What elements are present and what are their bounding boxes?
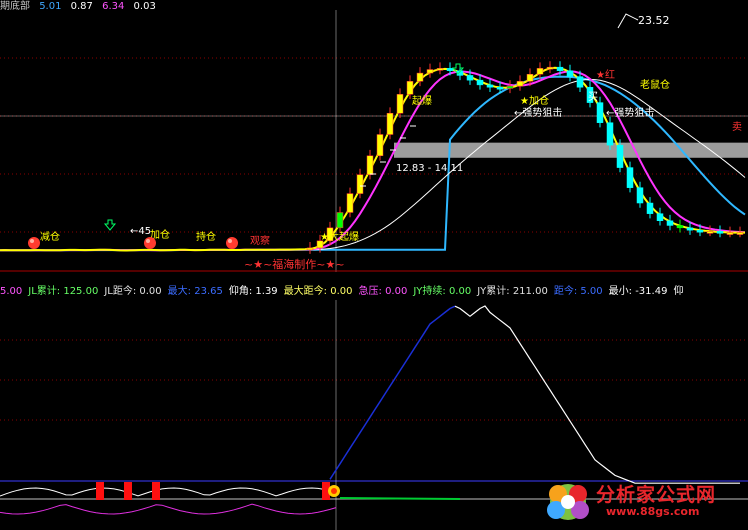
signal-label: ★加仓	[520, 94, 549, 107]
signal-bar	[124, 482, 132, 500]
candle-body	[666, 220, 674, 226]
oscillator-header-item: 距今: 5.00	[553, 286, 603, 297]
stock-chart-screen: 期底部 5.01 0.87 6.34 0.03 12.83 - 14.11 23.…	[0, 0, 748, 530]
oscillator-header: 5.00 JL累计: 125.00 JL距今: 0.00 最大: 23.65 仰角: 1…	[0, 285, 689, 299]
candle-body	[466, 75, 474, 81]
oscillator-green-segment	[339, 497, 461, 500]
candle-body	[336, 212, 344, 229]
oscillator-header-item: 最大距今: 0.00	[283, 286, 353, 297]
candle-body	[516, 81, 524, 87]
candle-body	[496, 86, 504, 90]
candle-body	[736, 232, 744, 235]
signal-label: ★红	[596, 68, 615, 81]
candle-body	[426, 69, 434, 74]
peak-pointer	[617, 13, 639, 29]
oscillator-header-item: 急压: 0.00	[358, 286, 408, 297]
signal-ball-highlight	[228, 239, 232, 243]
signal-label: ←强势狙击	[606, 106, 654, 119]
candle-body	[696, 229, 704, 233]
candle-body	[536, 68, 544, 75]
oscillator-low-line	[0, 503, 337, 515]
resistance-range-label: 12.83 - 14.11	[396, 163, 463, 174]
oscillator-header-item: JY累计: 211.00	[477, 286, 548, 297]
candle-body	[356, 174, 364, 194]
candle-body	[476, 79, 484, 86]
signal-ball	[144, 237, 156, 249]
candle-body	[406, 81, 414, 95]
candle-body	[396, 94, 404, 114]
resistance-band	[394, 142, 748, 158]
signal-label: 起爆	[412, 95, 432, 107]
oscillator-header-item: 最大: 23.65	[167, 286, 223, 297]
author-credit: ~★~福海制作~★~	[244, 257, 345, 271]
oscillator-rise-line	[329, 305, 456, 480]
candle-body	[606, 122, 614, 146]
candle-body	[706, 231, 714, 234]
signal-bar	[96, 482, 104, 500]
candle-body	[376, 134, 384, 157]
candle-body	[446, 68, 454, 71]
watermark-url: www.88gs.com	[606, 505, 700, 518]
oscillator-header-item: 仰	[673, 286, 684, 297]
candle-body	[726, 232, 734, 235]
candle-body	[716, 231, 724, 234]
candle-body	[526, 74, 534, 82]
signal-arrow-label: ←45	[130, 226, 151, 237]
signal-label: 减仓	[40, 230, 60, 243]
signal-label: 持仓	[196, 230, 216, 243]
candle-body	[676, 225, 684, 229]
candle-body	[346, 193, 354, 213]
candle-body	[566, 70, 574, 77]
signal-label: ★大起爆	[320, 230, 359, 243]
oscillator-header-item: JL累计: 125.00	[28, 286, 99, 297]
signal-ball-core	[331, 488, 337, 494]
candle-body	[306, 247, 314, 251]
candle-body	[596, 102, 604, 123]
candle-body	[686, 227, 694, 231]
candle-body	[416, 72, 424, 82]
candle-body	[366, 155, 374, 175]
signal-label: 买	[588, 91, 598, 103]
oscillator-header-item: 最小: -31.49	[608, 286, 668, 297]
signal-label: 观察	[250, 234, 270, 247]
flower-logo	[547, 484, 589, 520]
signal-label: 老鼠仓	[640, 78, 670, 91]
price-chart[interactable]: 12.83 - 14.11 23.52 ←强势狙击 ←强势狙击 起爆 ★加仓 ★红老鼠仓买 ★…	[0, 0, 748, 272]
signal-ball-highlight	[30, 239, 34, 243]
candle-body	[616, 144, 624, 168]
peak-price-label: 23.52	[638, 14, 670, 27]
site-watermark: 分析家公式网 www.88gs.com	[542, 478, 742, 526]
down-arrow-icon	[103, 219, 117, 231]
oscillator-base-line	[0, 487, 337, 497]
oscillator-header-item: 仰角: 1.39	[228, 286, 278, 297]
signal-bar	[152, 482, 160, 500]
signal-ball	[226, 237, 238, 249]
watermark-title: 分析家公式网	[596, 484, 717, 506]
candle-body	[656, 213, 664, 221]
oscillator-header-item: 5.00	[0, 286, 23, 297]
signal-label: 卖	[732, 121, 742, 133]
candle-body	[556, 66, 564, 71]
candle-body	[576, 76, 584, 88]
signal-label: ←强势狙击	[514, 106, 562, 119]
oscillator-header-item: JL距今: 0.00	[104, 286, 162, 297]
candle-body	[646, 202, 654, 214]
signal-ball	[28, 237, 40, 249]
oscillator-header-item: JY持续: 0.00	[413, 286, 472, 297]
candle-body	[626, 167, 634, 188]
signal-ball-highlight	[146, 239, 150, 243]
candle-body	[506, 85, 514, 89]
candle-body	[546, 66, 554, 70]
candle-body	[636, 187, 644, 204]
candle-body	[436, 68, 444, 71]
candle-body	[486, 84, 494, 88]
candle-body	[386, 112, 394, 135]
oscillator-decline-line	[454, 305, 740, 484]
